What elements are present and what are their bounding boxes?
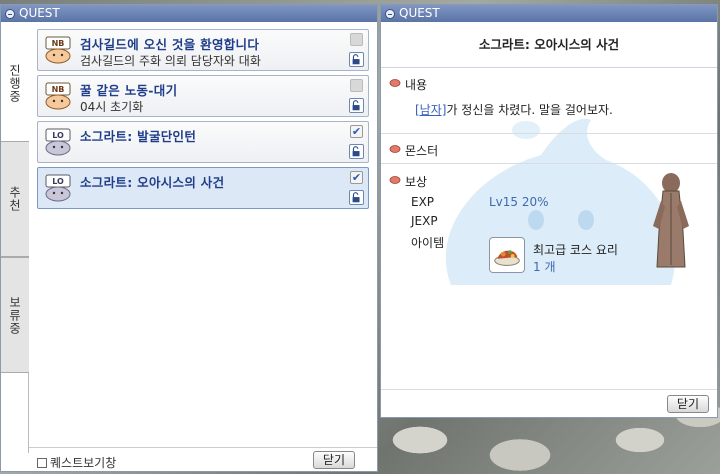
close-button[interactable]: 닫기 — [666, 395, 709, 413]
quest-item[interactable]: NB 검사길드에 오신 것을 환영합니다 검사길드의 주화 의뢰 담당자와 대화 — [37, 29, 369, 71]
tab-on-hold[interactable]: 보류중 — [1, 257, 29, 373]
quest-list-window-title: QUEST — [19, 6, 60, 20]
show-quest-window-checkbox[interactable] — [37, 457, 47, 468]
quest-type-nb-icon: NB — [45, 36, 71, 64]
item-label: 아이템 — [411, 236, 445, 250]
minimize-icon[interactable] — [385, 8, 395, 19]
quest-detail-titlebar[interactable]: QUEST — [381, 5, 717, 22]
quest-type-lo-icon: LO — [45, 128, 71, 156]
quest-list-window: QUEST 진행중 추천 보류중 NB 검사길드에 오신 것을 환영합니다 검사… — [0, 4, 378, 472]
unlock-button[interactable] — [349, 98, 364, 113]
svg-text:LO: LO — [52, 131, 64, 140]
meat-bullet-icon — [389, 176, 401, 184]
unlock-icon — [352, 54, 360, 65]
unlock-icon — [352, 146, 360, 157]
exp-label: EXP — [411, 195, 435, 209]
quest-list: NB 검사길드에 오신 것을 환영합니다 검사길드의 주화 의뢰 담당자와 대화… — [37, 29, 369, 213]
npc-link[interactable]: [남자] — [415, 103, 446, 117]
section-divider — [381, 133, 717, 134]
unlock-icon — [352, 192, 360, 203]
svg-text:LO: LO — [52, 177, 64, 186]
quest-item[interactable]: LO 소그라트: 발굴단인턴 ✔ — [37, 121, 369, 163]
svg-text:NB: NB — [52, 85, 65, 94]
svg-text:NB: NB — [52, 39, 65, 48]
quest-detail-window: QUEST 소그라트: 오아시스의 사건 내용 [남자]가 정신을 차렸다. 말… — [380, 4, 718, 418]
reward-item-slot[interactable] — [489, 237, 525, 273]
unlock-button[interactable] — [349, 190, 364, 205]
meat-bullet-icon — [389, 79, 401, 87]
quest-track-checkbox[interactable] — [350, 33, 363, 46]
npc-sprite-icon — [653, 173, 689, 268]
unlock-icon — [352, 100, 360, 111]
quest-detail-title: 소그라트: 오아시스의 사건 — [381, 22, 717, 68]
exp-value: Lv15 20% — [489, 195, 549, 209]
quest-list-footer: 퀘스트보기창 닫기 — [29, 447, 377, 471]
quest-title: 소그라트: 오아시스의 사건 — [80, 175, 225, 190]
unlock-button[interactable] — [349, 144, 364, 159]
reward-item-name: 최고급 코스 요리 — [533, 243, 618, 257]
quest-item-selected[interactable]: LO 소그라트: 오아시스의 사건 ✔ — [37, 167, 369, 209]
quest-subtitle: 04시 초기화 — [80, 100, 144, 114]
reward-item-count: 1 개 — [533, 260, 556, 274]
jexp-label: JEXP — [411, 214, 438, 228]
quest-title: 꿀 같은 노동-대기 — [80, 83, 178, 98]
quest-subtitle: 검사길드의 주화 의뢰 담당자와 대화 — [80, 54, 261, 68]
quest-detail-window-title: QUEST — [399, 6, 440, 20]
minimize-icon[interactable] — [5, 8, 15, 19]
quest-track-checkbox[interactable]: ✔ — [350, 171, 363, 184]
show-quest-window-toggle[interactable]: 퀘스트보기창 — [37, 454, 116, 471]
quest-track-checkbox[interactable]: ✔ — [350, 125, 363, 138]
tab-in-progress[interactable]: 진행중 — [1, 23, 29, 143]
show-quest-window-label: 퀘스트보기창 — [50, 456, 117, 470]
course-meal-icon — [494, 250, 520, 266]
reward-section-label: 보상 — [405, 175, 428, 189]
quest-type-lo-icon: LO — [45, 174, 71, 202]
section-divider — [381, 163, 717, 164]
meat-bullet-icon — [389, 145, 401, 153]
monster-section-label: 몬스터 — [405, 144, 439, 158]
close-button[interactable]: 닫기 — [312, 451, 355, 469]
unlock-button[interactable] — [349, 52, 364, 67]
tab-recommended[interactable]: 추천 — [1, 141, 29, 257]
detail-footer-divider — [381, 389, 717, 390]
content-section-label: 내용 — [405, 78, 428, 92]
quest-track-checkbox[interactable] — [350, 79, 363, 92]
quest-type-nb-icon: NB — [45, 82, 71, 110]
quest-content-text: [남자]가 정신을 차렸다. 말을 걸어보자. — [415, 103, 613, 117]
quest-list-titlebar[interactable]: QUEST — [1, 5, 377, 22]
quest-category-tabs: 진행중 추천 보류중 — [1, 23, 29, 453]
quest-title: 소그라트: 발굴단인턴 — [80, 129, 197, 144]
quest-title: 검사길드에 오신 것을 환영합니다 — [80, 37, 260, 52]
quest-item[interactable]: NB 꿀 같은 노동-대기 04시 초기화 — [37, 75, 369, 117]
